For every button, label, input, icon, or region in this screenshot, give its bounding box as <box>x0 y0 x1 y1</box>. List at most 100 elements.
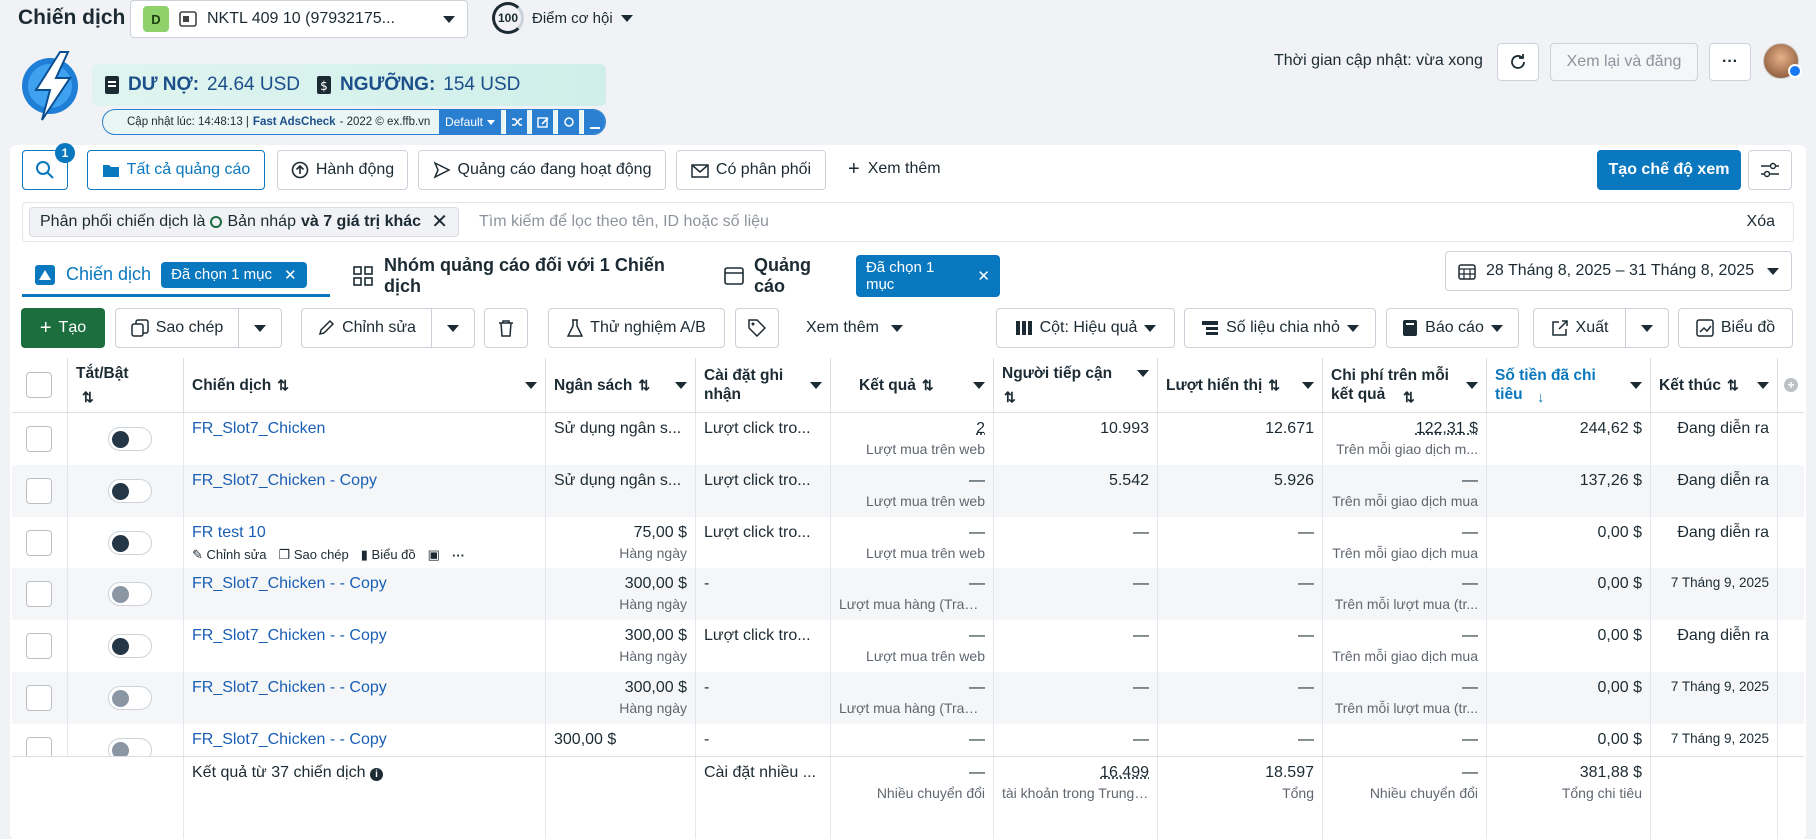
chart-button[interactable]: Biểu đồ <box>1678 308 1793 348</box>
table-row[interactable]: FR_Slot7_Chicken Sử dụng ngân s... Lượt … <box>12 413 1804 465</box>
campaign-toggle[interactable] <box>108 531 152 555</box>
edit-icon[interactable] <box>531 110 553 134</box>
ab-test-button[interactable]: Thử nghiệm A/B <box>548 308 725 348</box>
header-budget[interactable]: Ngân sách ⇅ <box>546 358 696 413</box>
campaign-name-link[interactable]: FR test 10 <box>192 524 266 541</box>
tab-active-ads[interactable]: Quảng cáo đang hoạt động <box>418 150 666 190</box>
info-icon[interactable]: i <box>370 768 383 781</box>
campaign-toggle[interactable] <box>108 479 152 503</box>
clear-filter-button[interactable]: Xóa <box>1747 213 1775 231</box>
row-select-cell <box>12 517 68 569</box>
shuffle-icon[interactable] <box>505 110 527 134</box>
search-button[interactable]: 1 <box>22 150 68 190</box>
campaign-name-link[interactable]: FR_Slot7_Chicken - Copy <box>192 472 377 489</box>
budget-sub: Hàng ngày <box>554 700 687 716</box>
copy-button[interactable]: Sao chép <box>115 308 239 348</box>
chevron-down-icon <box>1641 325 1653 332</box>
row-budget-cell: 300,00 $ Hàng ngày <box>546 672 696 724</box>
account-selector[interactable]: D NKTL 409 10 (97932175... <box>130 0 468 38</box>
table-row[interactable]: FR test 10 ✎ Chỉnh sửa ❐ Sao chép ▮ Biểu… <box>12 517 1804 569</box>
row-insights-button[interactable]: ▣ <box>428 547 440 563</box>
create-view-button[interactable]: Tạo chế độ xem <box>1597 150 1741 190</box>
row-checkbox[interactable] <box>26 581 52 607</box>
refresh-button[interactable] <box>1497 43 1539 81</box>
tab-ads[interactable]: Quảng cáo Đã chọn 1 mục ✕ <box>710 255 1014 297</box>
budget-sub: Hàng ngày <box>554 596 687 612</box>
header-attribution[interactable]: Cài đặt ghi nhận <box>696 358 831 413</box>
filter-search-input[interactable]: Tìm kiếm để lọc theo tên, ID hoặc số liệ… <box>479 213 769 231</box>
campaign-selected-badge[interactable]: Đã chọn 1 mục ✕ <box>161 262 306 288</box>
campaign-toggle[interactable] <box>108 582 152 606</box>
row-checkbox[interactable] <box>26 633 52 659</box>
table-row[interactable]: FR_Slot7_Chicken - Copy Sử dụng ngân s..… <box>12 465 1804 517</box>
table-row[interactable]: FR_Slot7_Chicken - - Copy 300,00 $ - — —… <box>12 724 1804 756</box>
row-checkbox[interactable] <box>26 426 52 452</box>
view-settings-button[interactable] <box>1748 150 1792 190</box>
attribution-value: Lượt click tro... <box>704 472 811 489</box>
create-button[interactable]: + Tạo <box>21 308 105 348</box>
more-tabs-button[interactable]: + Xem thêm <box>848 160 941 178</box>
tag-button[interactable] <box>735 308 779 348</box>
header-cost-per-result[interactable]: Chi phí trên mỗi kết quả ⇅ <box>1323 358 1487 413</box>
header-campaign[interactable]: Chiến dịch ⇅ <box>184 358 546 413</box>
select-all-checkbox[interactable] <box>26 372 52 398</box>
add-column-icon[interactable]: + <box>1778 358 1804 413</box>
row-edit-button[interactable]: ✎ Chỉnh sửa <box>192 547 267 563</box>
mode-select[interactable]: Default <box>439 110 501 134</box>
ext-credit: - 2022 © ex.ffb.vn <box>340 116 431 128</box>
more-button[interactable]: ··· <box>1709 43 1751 81</box>
close-icon[interactable]: ✕ <box>284 266 297 284</box>
export-dropdown[interactable] <box>1625 308 1669 348</box>
ad-selected-badge[interactable]: Đã chọn 1 mục ✕ <box>856 255 1000 297</box>
row-checkbox[interactable] <box>26 685 52 711</box>
row-checkbox[interactable] <box>26 478 52 504</box>
copy-dropdown[interactable] <box>238 308 282 348</box>
table-row[interactable]: FR_Slot7_Chicken - - Copy 300,00 $ Hàng n… <box>12 620 1804 672</box>
header-results[interactable]: Kết quả ⇅ <box>831 358 994 413</box>
export-button[interactable]: Xuất <box>1533 308 1626 348</box>
campaign-name-link[interactable]: FR_Slot7_Chicken - - Copy <box>192 627 387 644</box>
report-button[interactable]: Báo cáo <box>1386 308 1519 348</box>
close-icon[interactable]: ✕ <box>431 213 448 231</box>
date-range-picker[interactable]: 28 Tháng 8, 2025 – 31 Tháng 8, 2025 <box>1445 251 1792 291</box>
tab-adsets[interactable]: Nhóm quảng cáo đối với 1 Chiến dịch <box>338 255 700 297</box>
opportunity-score[interactable]: 100 Điểm cơ hội <box>492 2 633 34</box>
refresh-icon[interactable] <box>557 110 579 134</box>
campaign-name-link[interactable]: FR_Slot7_Chicken - - Copy <box>192 731 387 748</box>
header-end[interactable]: Kết thúc ⇅ <box>1651 358 1778 413</box>
campaign-toggle[interactable] <box>108 427 152 451</box>
campaign-toggle[interactable] <box>108 634 152 658</box>
campaign-toggle[interactable] <box>108 738 152 756</box>
header-amount-spent[interactable]: Số tiền đã chi tiêu ↓ <box>1487 358 1651 413</box>
campaign-toggle[interactable] <box>108 686 152 710</box>
tab-all-ads[interactable]: Tất cả quảng cáo <box>87 150 265 190</box>
campaign-name-link[interactable]: FR_Slot7_Chicken - - Copy <box>192 679 387 696</box>
row-copy-button[interactable]: ❐ Sao chép <box>279 547 349 563</box>
campaign-name-link[interactable]: FR_Slot7_Chicken <box>192 420 325 437</box>
tab-actions[interactable]: Hành động <box>277 150 408 190</box>
row-checkbox[interactable] <box>26 530 52 556</box>
delete-button[interactable] <box>484 308 528 348</box>
close-icon[interactable]: ✕ <box>977 267 990 285</box>
cpr-sub: Trên mỗi giao dịch mua <box>1331 493 1478 509</box>
header-toggle[interactable]: Tắt/Bật ⇅ <box>68 358 184 413</box>
header-reach[interactable]: Người tiếp cận ⇅ <box>994 358 1158 413</box>
more-actions-button[interactable]: Xem thêm <box>806 319 903 337</box>
filter-chip[interactable]: Phân phối chiến dịch là Bản nháp và 7 gi… <box>29 207 459 237</box>
breakdown-button[interactable]: Số liệu chia nhỏ <box>1184 308 1376 348</box>
minimize-icon[interactable] <box>583 110 605 134</box>
table-row[interactable]: FR_Slot7_Chicken - - Copy 300,00 $ Hàng n… <box>12 568 1804 620</box>
row-more-button[interactable]: ··· <box>452 548 465 563</box>
tab-campaigns[interactable]: Chiến dịch Đã chọn 1 mục ✕ <box>22 255 330 297</box>
edit-button[interactable]: Chỉnh sửa <box>301 308 432 348</box>
header-impressions[interactable]: Lượt hiển thị ⇅ <box>1158 358 1323 413</box>
review-publish-button[interactable]: Xem lại và đăng <box>1550 43 1698 81</box>
row-chart-button[interactable]: ▮ Biểu đồ <box>361 547 416 563</box>
tab-delivering[interactable]: Có phân phối <box>676 150 826 190</box>
row-checkbox[interactable] <box>26 737 52 756</box>
edit-dropdown[interactable] <box>431 308 475 348</box>
table-row[interactable]: FR_Slot7_Chicken - - Copy 300,00 $ Hàng n… <box>12 672 1804 724</box>
columns-button[interactable]: Cột: Hiệu quả <box>996 308 1175 348</box>
campaign-name-link[interactable]: FR_Slot7_Chicken - - Copy <box>192 575 387 592</box>
budget-value: 300,00 $ <box>554 679 687 697</box>
